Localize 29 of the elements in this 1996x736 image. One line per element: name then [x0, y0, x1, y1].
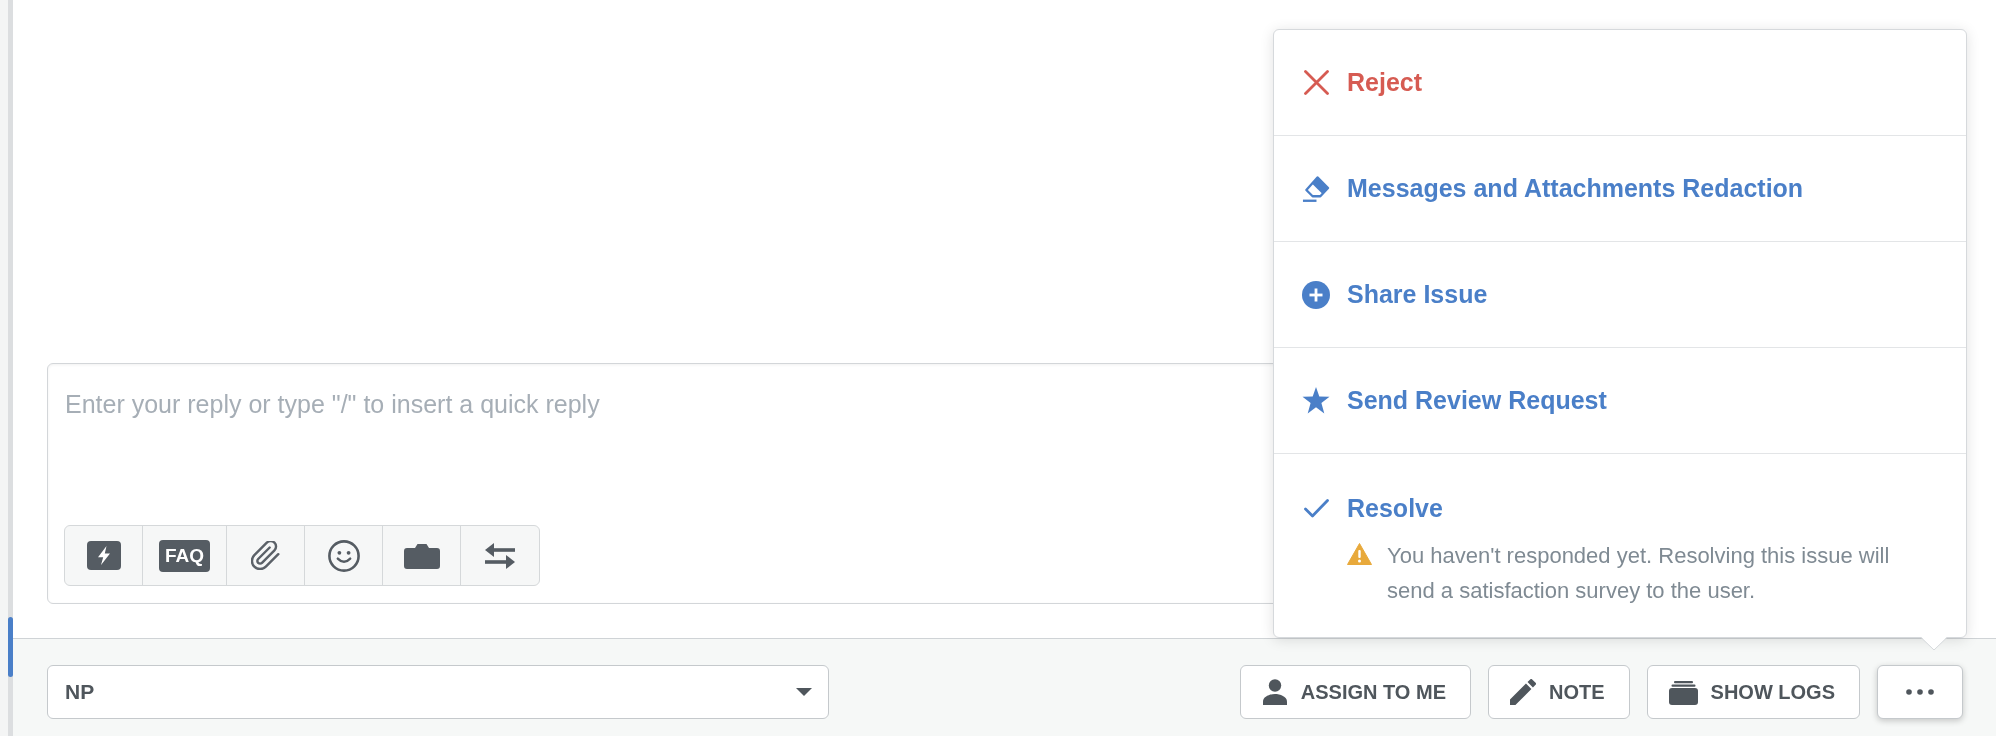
assignee-dropdown[interactable]: NP: [47, 665, 829, 719]
reject-menu-item[interactable]: Reject: [1274, 30, 1966, 135]
lightning-icon: [86, 541, 121, 570]
resolve-menu-item[interactable]: Resolve: [1274, 492, 1966, 524]
redaction-menu-item[interactable]: Messages and Attachments Redaction: [1274, 136, 1966, 241]
scrollbar-thumb[interactable]: [8, 617, 13, 677]
cross-icon: [1303, 70, 1329, 95]
share-issue-menu-item[interactable]: Share Issue: [1274, 242, 1966, 347]
paperclip-icon: [251, 541, 281, 570]
warning-icon: [1347, 543, 1372, 565]
assign-to-me-button[interactable]: ASSIGN TO ME: [1239, 665, 1471, 719]
camera-icon: [403, 542, 440, 569]
folder-stack-icon: [1668, 679, 1698, 705]
person-icon: [1261, 679, 1288, 705]
star-icon: [1302, 387, 1330, 414]
show-logs-button[interactable]: SHOW LOGS: [1646, 665, 1860, 719]
eraser-icon: [1302, 174, 1330, 203]
more-icon: [1906, 689, 1934, 695]
caret-icon: [796, 688, 812, 696]
smiley-icon: [327, 539, 360, 572]
faq-label: FAQ: [159, 539, 211, 572]
check-icon: [1303, 498, 1329, 518]
pencil-icon: [1510, 679, 1536, 705]
swap-arrows-icon: [485, 541, 516, 570]
resolve-warning-text: You haven't responded yet. Resolving this issue will send a satisfaction survey to the user.: [1387, 542, 1891, 605]
faq-button[interactable]: FAQ: [143, 526, 228, 585]
review-request-menu-item[interactable]: Send Review Request: [1274, 348, 1966, 453]
note-button[interactable]: NOTE: [1488, 665, 1630, 719]
plus-circle-icon: [1302, 280, 1330, 309]
